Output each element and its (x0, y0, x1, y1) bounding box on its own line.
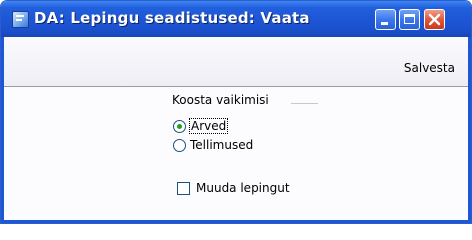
radio-button[interactable] (173, 119, 186, 133)
window-frame-right (468, 37, 471, 223)
radio-option-arved[interactable]: Arved (173, 118, 229, 134)
checkbox-muuda-lepingut[interactable]: Muuda lepingut (177, 180, 290, 196)
checkbox-label: Muuda lepingut (196, 181, 290, 195)
window-frame-left (1, 37, 4, 223)
title-bar[interactable]: DA: Lepingu seadistused: Vaata (1, 1, 471, 37)
radio-selected-dot (177, 123, 182, 129)
radio-button[interactable] (173, 138, 186, 152)
radio-label: Tellimused (190, 138, 254, 152)
document-window-icon[interactable] (12, 11, 29, 28)
close-icon (428, 13, 441, 26)
minimize-button[interactable] (375, 9, 396, 30)
close-button[interactable] (424, 9, 445, 30)
settings-form: Koosta vaikimisi Arved Tellimused Muuda … (4, 87, 468, 220)
maximize-icon (404, 14, 415, 24)
window-frame-bottom (1, 220, 471, 223)
maximize-button[interactable] (399, 9, 420, 30)
save-button[interactable]: Salvesta (404, 61, 455, 75)
radio-option-tellimused[interactable]: Tellimused (173, 137, 253, 153)
minimize-icon (381, 22, 388, 25)
group-divider (291, 103, 318, 104)
checkbox[interactable] (177, 181, 190, 195)
window: DA: Lepingu seadistused: Vaata Salvesta … (0, 0, 472, 224)
group-label: Koosta vaikimisi (172, 93, 269, 107)
toolbar: Salvesta (4, 37, 468, 87)
window-title: DA: Lepingu seadistused: Vaata (34, 9, 310, 27)
radio-label: Arved (188, 118, 229, 134)
